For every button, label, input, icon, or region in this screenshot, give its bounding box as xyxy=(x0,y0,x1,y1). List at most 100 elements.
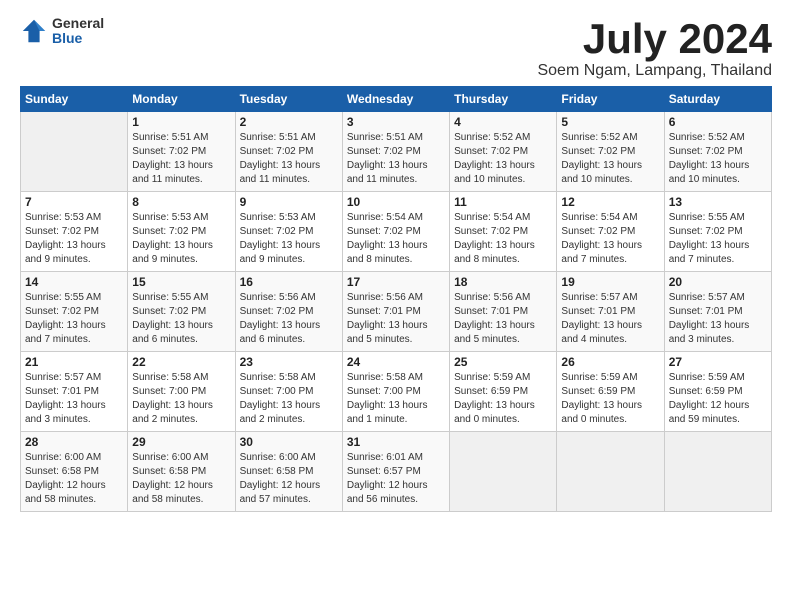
table-row xyxy=(450,432,557,512)
day-number: 27 xyxy=(669,355,767,369)
day-info: Sunrise: 5:53 AMSunset: 7:02 PMDaylight:… xyxy=(240,211,338,267)
day-number: 21 xyxy=(25,355,123,369)
table-row xyxy=(557,432,664,512)
col-monday: Monday xyxy=(128,87,235,112)
day-info: Sunrise: 5:51 AMSunset: 7:02 PMDaylight:… xyxy=(132,131,230,187)
table-row: 3 Sunrise: 5:51 AMSunset: 7:02 PMDaylight… xyxy=(342,112,449,192)
day-info: Sunrise: 5:52 AMSunset: 7:02 PMDaylight:… xyxy=(561,131,659,187)
day-number: 15 xyxy=(132,275,230,289)
table-row xyxy=(664,432,771,512)
table-row: 10 Sunrise: 5:54 AMSunset: 7:02 PMDayligh… xyxy=(342,192,449,272)
table-row xyxy=(21,112,128,192)
day-info: Sunrise: 6:00 AMSunset: 6:58 PMDaylight:… xyxy=(25,451,123,507)
day-info: Sunrise: 5:59 AMSunset: 6:59 PMDaylight:… xyxy=(454,371,552,427)
week-row-5: 28 Sunrise: 6:00 AMSunset: 6:58 PMDayligh… xyxy=(21,432,772,512)
day-number: 31 xyxy=(347,435,445,449)
day-number: 1 xyxy=(132,115,230,129)
day-number: 11 xyxy=(454,195,552,209)
table-row: 13Sunrise: 5:55 AMSunset: 7:02 PMDayligh… xyxy=(664,192,771,272)
day-number: 10 xyxy=(347,195,445,209)
table-row: 8 Sunrise: 5:53 AMSunset: 7:02 PMDaylight… xyxy=(128,192,235,272)
col-friday: Friday xyxy=(557,87,664,112)
day-info: Sunrise: 5:58 AMSunset: 7:00 PMDaylight:… xyxy=(132,371,230,427)
table-row: 1 Sunrise: 5:51 AMSunset: 7:02 PMDaylight… xyxy=(128,112,235,192)
day-number: 2 xyxy=(240,115,338,129)
month-title: July 2024 xyxy=(537,16,772,62)
day-info: Sunrise: 5:54 AMSunset: 7:02 PMDaylight:… xyxy=(561,211,659,267)
day-info: Sunrise: 5:55 AMSunset: 7:02 PMDaylight:… xyxy=(25,291,123,347)
day-number: 8 xyxy=(132,195,230,209)
table-row: 16Sunrise: 5:56 AMSunset: 7:02 PMDayligh… xyxy=(235,272,342,352)
logo-text: General Blue xyxy=(52,16,104,47)
col-thursday: Thursday xyxy=(450,87,557,112)
table-row: 9 Sunrise: 5:53 AMSunset: 7:02 PMDaylight… xyxy=(235,192,342,272)
day-number: 18 xyxy=(454,275,552,289)
table-row: 23Sunrise: 5:58 AMSunset: 7:00 PMDayligh… xyxy=(235,352,342,432)
table-row: 28 Sunrise: 6:00 AMSunset: 6:58 PMDayligh… xyxy=(21,432,128,512)
day-number: 26 xyxy=(561,355,659,369)
day-number: 9 xyxy=(240,195,338,209)
table-row: 2Sunrise: 5:51 AMSunset: 7:02 PMDaylight… xyxy=(235,112,342,192)
day-info: Sunrise: 6:01 AMSunset: 6:57 PMDaylight:… xyxy=(347,451,445,507)
day-number: 28 xyxy=(25,435,123,449)
day-info: Sunrise: 5:54 AMSunset: 7:02 PMDaylight:… xyxy=(347,211,445,267)
table-row: 21 Sunrise: 5:57 AMSunset: 7:01 PMDayligh… xyxy=(21,352,128,432)
col-tuesday: Tuesday xyxy=(235,87,342,112)
table-row: 29Sunrise: 6:00 AMSunset: 6:58 PMDayligh… xyxy=(128,432,235,512)
day-info: Sunrise: 6:00 AMSunset: 6:58 PMDaylight:… xyxy=(240,451,338,507)
day-number: 4 xyxy=(454,115,552,129)
table-row: 12 Sunrise: 5:54 AMSunset: 7:02 PMDayligh… xyxy=(557,192,664,272)
day-info: Sunrise: 5:57 AMSunset: 7:01 PMDaylight:… xyxy=(25,371,123,427)
day-info: Sunrise: 5:51 AMSunset: 7:02 PMDaylight:… xyxy=(347,131,445,187)
col-saturday: Saturday xyxy=(664,87,771,112)
day-number: 23 xyxy=(240,355,338,369)
day-number: 12 xyxy=(561,195,659,209)
calendar-table: Sunday Monday Tuesday Wednesday Thursday… xyxy=(20,86,772,512)
table-row: 26 Sunrise: 5:59 AMSunset: 6:59 PMDayligh… xyxy=(557,352,664,432)
table-row: 25 Sunrise: 5:59 AMSunset: 6:59 PMDayligh… xyxy=(450,352,557,432)
table-row: 19Sunrise: 5:57 AMSunset: 7:01 PMDayligh… xyxy=(557,272,664,352)
day-number: 30 xyxy=(240,435,338,449)
table-row: 20 Sunrise: 5:57 AMSunset: 7:01 PMDayligh… xyxy=(664,272,771,352)
day-info: Sunrise: 5:59 AMSunset: 6:59 PMDaylight:… xyxy=(669,371,767,427)
day-number: 20 xyxy=(669,275,767,289)
table-row: 22Sunrise: 5:58 AMSunset: 7:00 PMDayligh… xyxy=(128,352,235,432)
day-number: 6 xyxy=(669,115,767,129)
table-row: 24Sunrise: 5:58 AMSunset: 7:00 PMDayligh… xyxy=(342,352,449,432)
header-row: Sunday Monday Tuesday Wednesday Thursday… xyxy=(21,87,772,112)
day-number: 25 xyxy=(454,355,552,369)
day-number: 24 xyxy=(347,355,445,369)
header: General Blue July 2024 Soem Ngam, Lampan… xyxy=(20,16,772,80)
col-wednesday: Wednesday xyxy=(342,87,449,112)
table-row: 11Sunrise: 5:54 AMSunset: 7:02 PMDayligh… xyxy=(450,192,557,272)
logo-blue: Blue xyxy=(52,31,104,46)
table-row: 31 Sunrise: 6:01 AMSunset: 6:57 PMDayligh… xyxy=(342,432,449,512)
day-info: Sunrise: 6:00 AMSunset: 6:58 PMDaylight:… xyxy=(132,451,230,507)
day-number: 3 xyxy=(347,115,445,129)
title-block: July 2024 Soem Ngam, Lampang, Thailand xyxy=(537,16,772,80)
logo-icon xyxy=(20,17,48,45)
col-sunday: Sunday xyxy=(21,87,128,112)
table-row: 4Sunrise: 5:52 AMSunset: 7:02 PMDaylight… xyxy=(450,112,557,192)
day-number: 5 xyxy=(561,115,659,129)
day-number: 16 xyxy=(240,275,338,289)
logo: General Blue xyxy=(20,16,104,47)
week-row-4: 21 Sunrise: 5:57 AMSunset: 7:01 PMDayligh… xyxy=(21,352,772,432)
day-info: Sunrise: 5:57 AMSunset: 7:01 PMDaylight:… xyxy=(561,291,659,347)
table-row: 15 Sunrise: 5:55 AMSunset: 7:02 PMDayligh… xyxy=(128,272,235,352)
day-info: Sunrise: 5:53 AMSunset: 7:02 PMDaylight:… xyxy=(25,211,123,267)
week-row-3: 14 Sunrise: 5:55 AMSunset: 7:02 PMDayligh… xyxy=(21,272,772,352)
day-number: 7 xyxy=(25,195,123,209)
table-row: 7 Sunrise: 5:53 AMSunset: 7:02 PMDaylight… xyxy=(21,192,128,272)
day-number: 14 xyxy=(25,275,123,289)
day-info: Sunrise: 5:55 AMSunset: 7:02 PMDaylight:… xyxy=(132,291,230,347)
day-info: Sunrise: 5:52 AMSunset: 7:02 PMDaylight:… xyxy=(669,131,767,187)
day-info: Sunrise: 5:59 AMSunset: 6:59 PMDaylight:… xyxy=(561,371,659,427)
day-info: Sunrise: 5:53 AMSunset: 7:02 PMDaylight:… xyxy=(132,211,230,267)
week-row-2: 7 Sunrise: 5:53 AMSunset: 7:02 PMDaylight… xyxy=(21,192,772,272)
table-row: 30 Sunrise: 6:00 AMSunset: 6:58 PMDayligh… xyxy=(235,432,342,512)
day-info: Sunrise: 5:56 AMSunset: 7:01 PMDaylight:… xyxy=(454,291,552,347)
table-row: 14 Sunrise: 5:55 AMSunset: 7:02 PMDayligh… xyxy=(21,272,128,352)
day-info: Sunrise: 5:57 AMSunset: 7:01 PMDaylight:… xyxy=(669,291,767,347)
logo-general: General xyxy=(52,16,104,31)
